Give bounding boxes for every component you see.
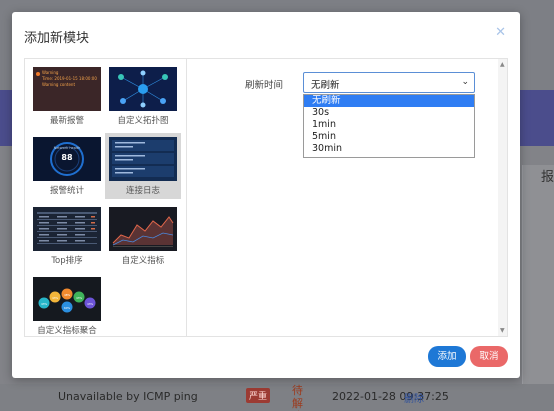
module-tile-top-sort[interactable]: Top排序 [29, 203, 105, 269]
gauge-title: Network health [53, 146, 81, 150]
custom-metric-thumb [109, 207, 177, 251]
dialog-title: 添加新模块 [24, 31, 90, 46]
pie-value: 43% [52, 295, 59, 300]
row-status: 待解决 [292, 384, 303, 411]
add-module-dialog: 添加新模块 ✕ Warning Time: 2019-01-15 18:00:0… [12, 12, 520, 378]
topology-thumb [109, 67, 177, 111]
module-tile-custom-metric[interactable]: 自定义指标 [105, 203, 181, 269]
scroll-down-icon[interactable]: ▼ [500, 327, 505, 334]
dialog-body: Warning Time: 2019-01-15 18:00:00 Warnin… [24, 58, 508, 337]
module-gallery: Warning Time: 2019-01-15 18:00:00 Warnin… [25, 59, 187, 336]
settings-scrollbar[interactable]: ▲ ▼ [498, 59, 507, 336]
background-side-label: 报 [541, 170, 554, 185]
connection-log-thumb [109, 137, 177, 181]
top-sort-thumb [33, 207, 101, 251]
scroll-up-icon[interactable]: ▲ [500, 61, 505, 68]
background-table-row: Unavailable by ICMP ping 严重 待解决 2022-01-… [0, 384, 554, 411]
module-label: 自定义指标聚合 [37, 326, 97, 336]
module-tile-alarm-stats[interactable]: Network health 88 报警统计 [29, 133, 105, 199]
add-button[interactable]: 添加 [428, 346, 466, 367]
module-label: 自定义拓扑图 [117, 116, 169, 126]
module-label: 报警统计 [49, 186, 84, 196]
row-delete-link: 删除 [404, 394, 424, 405]
alarm-text-3: Warning content [42, 82, 76, 87]
pie-value: 60% [64, 305, 71, 310]
refresh-time-label: 刷新时间 [245, 80, 284, 91]
chevron-down-icon: ⌄ [461, 77, 469, 87]
module-label: Top排序 [51, 256, 83, 266]
cancel-button[interactable]: 取消 [470, 346, 508, 367]
option-1min[interactable]: 1min [304, 119, 474, 131]
option-5min[interactable]: 5min [304, 131, 474, 143]
metric-aggregate-thumb: 43% 43% 48% 43% 43% 60% [33, 277, 101, 321]
module-settings: 刷新时间 无刷新 ⌄ 无刷新 30s 1min 5min 30min ▲ ▼ [187, 59, 507, 336]
module-label: 自定义指标 [121, 256, 165, 266]
option-no-refresh[interactable]: 无刷新 [304, 95, 474, 107]
severity-badge: 严重 [246, 388, 271, 403]
module-tile-connection-log[interactable]: 连接日志 [105, 133, 181, 199]
refresh-time-dropdown: 无刷新 30s 1min 5min 30min [303, 94, 475, 158]
option-30min[interactable]: 30min [304, 143, 474, 155]
module-tile-latest-alarm[interactable]: Warning Time: 2019-01-15 18:00:00 Warnin… [29, 63, 105, 129]
row-time: 2022-01-28 09:37:25 [332, 390, 449, 403]
module-label: 连接日志 [125, 186, 160, 196]
row-host: Unavailable by ICMP ping [58, 390, 198, 403]
refresh-time-select[interactable]: 无刷新 ⌄ [303, 72, 475, 93]
latest-alarm-thumb: Warning Time: 2019-01-15 18:00:00 Warnin… [33, 67, 101, 111]
pie-value: 48% [64, 292, 71, 297]
module-tile-metric-aggregate[interactable]: 43% 43% 48% 43% 43% 60% 自定义指标聚合 [29, 273, 105, 339]
pie-value: 43% [76, 295, 83, 300]
option-30s[interactable]: 30s [304, 107, 474, 119]
module-tile-topology[interactable]: 自定义拓扑图 [105, 63, 181, 129]
close-icon[interactable]: ✕ [495, 25, 506, 40]
pie-value: 43% [41, 301, 48, 306]
alarm-stats-thumb: Network health 88 [33, 137, 101, 181]
gauge-value: 88 [61, 153, 73, 162]
background-side-card [522, 165, 554, 411]
module-label: 最新报警 [49, 116, 84, 126]
refresh-time-value: 无刷新 [311, 80, 340, 91]
pie-value: 43% [87, 301, 94, 306]
